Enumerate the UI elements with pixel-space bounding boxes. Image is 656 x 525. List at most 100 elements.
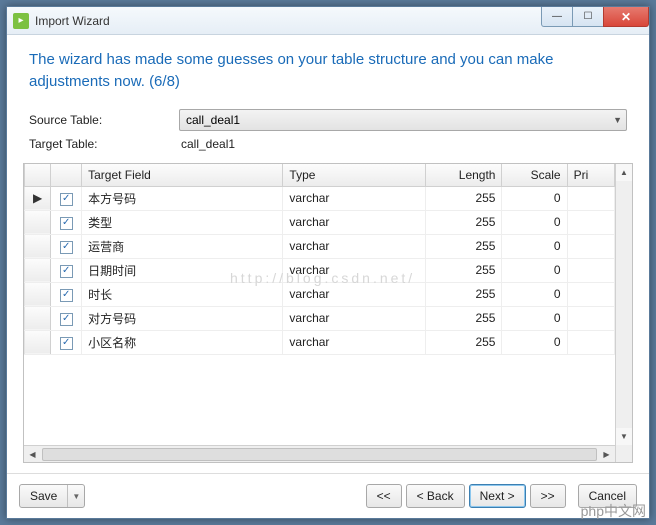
col-scale[interactable]: Scale [502, 164, 567, 187]
cell-scale[interactable]: 0 [502, 282, 567, 306]
row-checkbox[interactable] [51, 306, 82, 330]
cell-length[interactable]: 255 [425, 210, 502, 234]
last-button[interactable]: >> [530, 484, 566, 508]
row-indicator [25, 306, 51, 330]
row-checkbox[interactable] [51, 234, 82, 258]
target-table-label: Target Table: [29, 137, 179, 151]
cell-scale[interactable]: 0 [502, 234, 567, 258]
table-row[interactable]: 小区名称varchar2550 [25, 330, 615, 354]
vertical-scrollbar[interactable]: ▲ ▼ [615, 164, 632, 463]
row-indicator [25, 210, 51, 234]
maximize-button[interactable]: ☐ [572, 7, 604, 27]
save-button[interactable]: Save ▼ [19, 484, 85, 508]
back-button[interactable]: < Back [406, 484, 465, 508]
next-button[interactable]: Next > [469, 484, 526, 508]
scroll-down-icon[interactable]: ▼ [616, 428, 632, 445]
window-buttons: — ☐ ✕ [542, 7, 649, 27]
cell-field[interactable]: 时长 [82, 282, 283, 306]
cancel-button[interactable]: Cancel [578, 484, 637, 508]
cell-scale[interactable]: 0 [502, 186, 567, 210]
checkbox-icon [60, 217, 73, 230]
source-table-select[interactable]: call_deal1 ▼ [179, 109, 627, 131]
first-button[interactable]: << [366, 484, 402, 508]
cell-length[interactable]: 255 [425, 234, 502, 258]
row-checkbox[interactable] [51, 186, 82, 210]
cell-field[interactable]: 对方号码 [82, 306, 283, 330]
row-indicator [25, 258, 51, 282]
cell-primary[interactable] [567, 258, 614, 282]
col-type[interactable]: Type [283, 164, 425, 187]
checkbox-icon [60, 265, 73, 278]
cell-type[interactable]: varchar [283, 258, 425, 282]
cell-primary[interactable] [567, 234, 614, 258]
cell-field[interactable]: 小区名称 [82, 330, 283, 354]
cell-type[interactable]: varchar [283, 282, 425, 306]
cell-length[interactable]: 255 [425, 282, 502, 306]
titlebar[interactable]: Import Wizard — ☐ ✕ [7, 7, 649, 35]
field-grid: Target Field Type Length Scale Pri ▶本方号码… [23, 163, 633, 464]
cell-primary[interactable] [567, 186, 614, 210]
cell-field[interactable]: 运营商 [82, 234, 283, 258]
cell-type[interactable]: varchar [283, 330, 425, 354]
table-row[interactable]: 对方号码varchar2550 [25, 306, 615, 330]
cell-type[interactable]: varchar [283, 186, 425, 210]
row-checkbox[interactable] [51, 258, 82, 282]
checkbox-icon [60, 313, 73, 326]
row-indicator [25, 282, 51, 306]
wizard-heading: The wizard has made some guesses on your… [23, 49, 633, 93]
horizontal-scrollbar[interactable]: ◀ ▶ [24, 445, 615, 462]
cell-primary[interactable] [567, 330, 614, 354]
cell-field[interactable]: 类型 [82, 210, 283, 234]
col-target-field[interactable]: Target Field [82, 164, 283, 187]
table-row[interactable]: 时长varchar2550 [25, 282, 615, 306]
cell-scale[interactable]: 0 [502, 330, 567, 354]
window-title: Import Wizard [35, 14, 110, 28]
table-row[interactable]: 类型varchar2550 [25, 210, 615, 234]
checkbox-icon [60, 193, 73, 206]
scroll-right-icon[interactable]: ▶ [598, 450, 615, 459]
scroll-up-icon[interactable]: ▲ [616, 164, 632, 181]
minimize-button[interactable]: — [541, 7, 573, 27]
cell-type[interactable]: varchar [283, 234, 425, 258]
row-checkbox[interactable] [51, 210, 82, 234]
cell-primary[interactable] [567, 282, 614, 306]
content-area: The wizard has made some guesses on your… [7, 35, 649, 473]
cell-primary[interactable] [567, 210, 614, 234]
col-length[interactable]: Length [425, 164, 502, 187]
cell-type[interactable]: varchar [283, 306, 425, 330]
field-table: Target Field Type Length Scale Pri ▶本方号码… [24, 164, 615, 355]
cell-length[interactable]: 255 [425, 306, 502, 330]
checkbox-icon [60, 241, 73, 254]
cell-field[interactable]: 本方号码 [82, 186, 283, 210]
cell-length[interactable]: 255 [425, 330, 502, 354]
app-icon [13, 13, 29, 29]
target-table-row: Target Table: call_deal1 [23, 137, 633, 151]
cell-primary[interactable] [567, 306, 614, 330]
cell-scale[interactable]: 0 [502, 210, 567, 234]
cell-type[interactable]: varchar [283, 210, 425, 234]
col-primary[interactable]: Pri [567, 164, 614, 187]
cell-scale[interactable]: 0 [502, 258, 567, 282]
table-row[interactable]: 运营商varchar2550 [25, 234, 615, 258]
scroll-left-icon[interactable]: ◀ [24, 450, 41, 459]
cell-field[interactable]: 日期时间 [82, 258, 283, 282]
row-checkbox[interactable] [51, 330, 82, 354]
row-checkbox[interactable] [51, 282, 82, 306]
cell-length[interactable]: 255 [425, 186, 502, 210]
close-button[interactable]: ✕ [603, 7, 649, 27]
chevron-down-icon: ▼ [613, 115, 622, 125]
scroll-thumb[interactable] [42, 448, 597, 461]
table-row[interactable]: 日期时间varchar2550 [25, 258, 615, 282]
cell-scale[interactable]: 0 [502, 306, 567, 330]
source-table-row: Source Table: call_deal1 ▼ [23, 109, 633, 131]
cell-length[interactable]: 255 [425, 258, 502, 282]
footer: Save ▼ << < Back Next > >> Cancel [7, 473, 649, 518]
table-row[interactable]: ▶本方号码varchar2550 [25, 186, 615, 210]
import-wizard-window: Import Wizard — ☐ ✕ The wizard has made … [6, 6, 650, 519]
checkbox-header [51, 164, 82, 187]
row-indicator [25, 330, 51, 354]
save-label: Save [20, 485, 68, 507]
chevron-down-icon[interactable]: ▼ [68, 492, 84, 501]
rowhead-header [25, 164, 51, 187]
source-table-value: call_deal1 [186, 113, 240, 127]
